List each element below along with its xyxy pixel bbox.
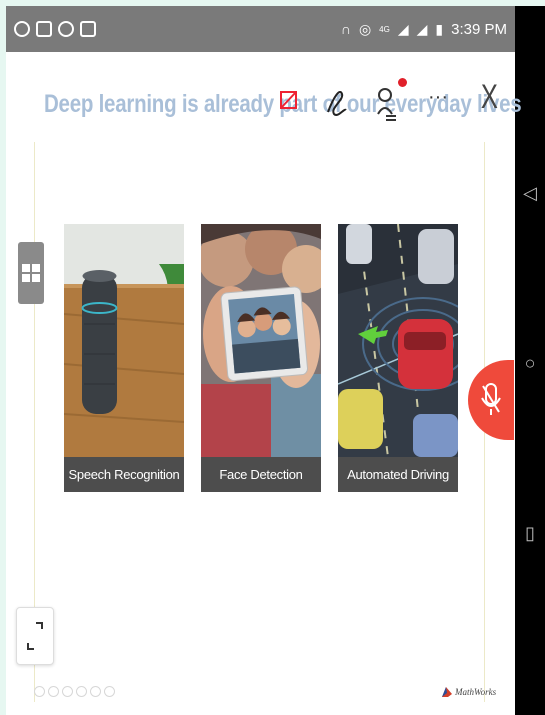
card-speech-recognition: Speech Recognition [64, 224, 184, 492]
footer-icons [34, 686, 115, 697]
battery-icon: ▮ [435, 20, 444, 37]
laser-pointer-icon[interactable] [279, 90, 299, 118]
network-type: 4G [379, 24, 390, 34]
sync-icon [58, 21, 74, 37]
close-button[interactable]: X [481, 78, 498, 117]
smart-speaker-image [64, 224, 184, 457]
mute-microphone-button[interactable] [468, 360, 514, 440]
more-options-button[interactable]: ··· [428, 86, 448, 109]
membrane-icon [442, 687, 452, 697]
back-icon[interactable]: ◁ [521, 184, 539, 202]
camera-icon [80, 21, 96, 37]
hotspot-icon: ◎ [358, 20, 372, 37]
status-bar: ∩ ◎ 4G ◢ ◢ ▮ 3:39 PM [6, 6, 515, 52]
expand-icon [27, 622, 43, 650]
microphone-muted-icon [481, 383, 501, 415]
footer-icon [62, 686, 73, 697]
self-driving-car-image [338, 224, 458, 457]
signal-icon: ◢ [416, 20, 428, 37]
fullscreen-button[interactable] [16, 607, 54, 665]
grid-icon [22, 264, 40, 282]
mathworks-logo: MathWorks [442, 686, 496, 698]
presenter-icon[interactable] [376, 86, 398, 128]
slide-viewer: Deep learning is already part of our eve… [6, 52, 522, 715]
card-caption: Automated Driving [338, 457, 458, 492]
headset-icon: ∩ [340, 21, 351, 37]
home-icon[interactable]: ○ [521, 354, 539, 372]
footer-icon [90, 686, 101, 697]
selfie-phone-image [201, 224, 321, 457]
footer-icon [76, 686, 87, 697]
footer-icon [104, 686, 115, 697]
notification-dot [398, 78, 407, 87]
card-face-detection: Face Detection [201, 224, 321, 492]
logo-text: MathWorks [455, 687, 497, 697]
signal-icon: ◢ [397, 20, 409, 37]
card-automated-driving: Automated Driving [338, 224, 458, 492]
grid-view-button[interactable] [18, 242, 44, 304]
footer-icon [34, 686, 45, 697]
card-caption: Speech Recognition [64, 457, 184, 492]
footer-icon [48, 686, 59, 697]
whatsapp-icon [14, 21, 30, 37]
image-icon [36, 21, 52, 37]
clock: 3:39 PM [451, 20, 507, 38]
pen-icon[interactable] [324, 86, 348, 124]
card-caption: Face Detection [201, 457, 321, 492]
recents-icon[interactable]: ▯ [521, 524, 539, 542]
